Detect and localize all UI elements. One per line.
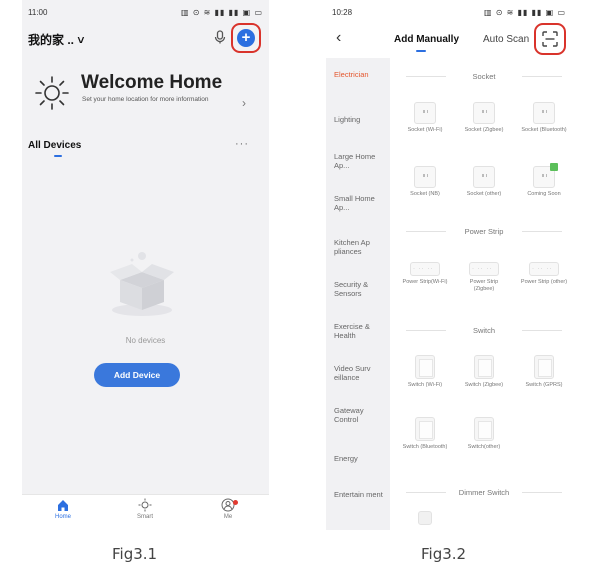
- badge-icon: [550, 163, 558, 171]
- device-label: Socket (Bluetooth): [521, 127, 567, 133]
- sidebar-item-security-sensors[interactable]: Security & Sensors: [334, 280, 388, 298]
- plus-circle-icon[interactable]: +: [237, 29, 255, 47]
- sidebar-item-entertainment[interactable]: Entertain ment: [334, 490, 388, 499]
- socket-icon: [414, 102, 436, 124]
- status-icons: ▥ ⊙ ≋ ▮▮ ▮▮ ▣ ▭: [180, 8, 263, 17]
- dimmer-icon: [418, 511, 432, 525]
- tab-add-manually[interactable]: Add Manually: [394, 34, 459, 45]
- tab-label-me: Me: [223, 514, 233, 520]
- status-icons: ▥ ⊙ ≋ ▮▮ ▮▮ ▣ ▭: [483, 8, 566, 17]
- chevron-right-icon[interactable]: ›: [242, 96, 246, 110]
- device-switch-bluetooth[interactable]: Switch (Bluetooth): [400, 417, 450, 451]
- sidebar-item-lighting[interactable]: Lighting: [334, 115, 388, 124]
- device-power-strip-other[interactable]: · ·· ·· Power Strip (other): [519, 258, 569, 286]
- welcome-subtitle[interactable]: Set your home location for more informat…: [82, 96, 222, 104]
- phone-screen-home: 11:00 ▥ ⊙ ≋ ▮▮ ▮▮ ▣ ▭ 我的家 .. ˅ + Welcome…: [22, 0, 269, 530]
- device-label: Switch (Bluetooth): [402, 444, 448, 450]
- socket-icon: [533, 163, 558, 188]
- section-header-socket: Socket: [396, 71, 572, 81]
- active-tab-indicator: [416, 50, 426, 52]
- sidebar-item-kitchen-appliances[interactable]: Kitchen Ap pliances: [334, 238, 388, 256]
- tab-smart[interactable]: Smart: [120, 498, 170, 520]
- figure-caption-2: Fig3.2: [421, 545, 467, 563]
- device-label: Switch (GPRS): [525, 382, 563, 388]
- device-switch-gprs[interactable]: Switch (GPRS): [519, 355, 569, 389]
- welcome-title: Welcome Home: [81, 72, 223, 93]
- switch-icon: [474, 355, 494, 379]
- device-label: Coming Soon: [527, 191, 561, 197]
- device-socket-other[interactable]: Socket (other): [459, 166, 509, 198]
- switch-icon: [474, 417, 494, 441]
- device-socket-wifi[interactable]: Socket (Wi-Fi): [400, 102, 450, 134]
- tab-label-smart: Smart: [136, 514, 153, 520]
- socket-icon: [473, 166, 495, 188]
- microphone-icon[interactable]: [212, 29, 228, 45]
- power-strip-icon: · ·· ··: [469, 262, 499, 276]
- device-label: Socket (other): [466, 191, 502, 197]
- switch-icon: [415, 417, 435, 441]
- sun-icon: [35, 76, 69, 110]
- socket-icon: [473, 102, 495, 124]
- home-selector[interactable]: 我的家 .. ˅: [28, 31, 84, 48]
- figure-caption-1: Fig3.1: [112, 545, 158, 563]
- device-label: Switch(other): [467, 444, 501, 450]
- device-switch-zigbee[interactable]: Switch (Zigbee): [459, 355, 509, 389]
- device-label: Socket (Zigbee): [464, 127, 504, 133]
- sidebar-item-electrician[interactable]: Electrician: [334, 70, 388, 79]
- bottom-tab-bar: Home Smart Me: [22, 494, 269, 530]
- tab-home[interactable]: Home: [38, 498, 88, 520]
- section-header-dimmer-switch: Dimmer Switch: [396, 487, 572, 497]
- device-switch-other[interactable]: Switch(other): [459, 417, 509, 451]
- more-icon[interactable]: ···: [235, 138, 249, 150]
- switch-icon: [415, 355, 435, 379]
- device-label: Socket (Wi-Fi): [407, 127, 443, 133]
- socket-icon: [533, 102, 555, 124]
- category-sidebar: Electrician Lighting Large Home Ap... Sm…: [326, 58, 390, 530]
- device-socket-zigbee[interactable]: Socket (Zigbee): [459, 102, 509, 134]
- sun-icon: [138, 498, 152, 512]
- socket-icon: [414, 166, 436, 188]
- device-label: Switch (Wi-Fi): [407, 382, 443, 388]
- tab-auto-scan[interactable]: Auto Scan: [483, 34, 529, 45]
- device-label: Power Strip (other): [520, 279, 568, 285]
- back-arrow-icon[interactable]: ‹: [336, 30, 341, 46]
- empty-box-icon: [110, 252, 174, 316]
- power-strip-icon: · ·· ··: [529, 262, 559, 276]
- device-label: Power Strip(Wi-Fi): [402, 279, 448, 285]
- switch-icon: [534, 355, 554, 379]
- sidebar-item-large-home-appliances[interactable]: Large Home Ap...: [334, 152, 388, 170]
- phone-screen-add-device: 10:28 ▥ ⊙ ≋ ▮▮ ▮▮ ▣ ▭ ‹ Add Manually Aut…: [326, 0, 572, 530]
- tab-me[interactable]: Me: [203, 498, 253, 520]
- home-icon: [58, 500, 68, 511]
- status-bar: 10:28 ▥ ⊙ ≋ ▮▮ ▮▮ ▣ ▭: [326, 8, 572, 20]
- status-bar: 11:00 ▥ ⊙ ≋ ▮▮ ▮▮ ▣ ▭: [22, 8, 269, 20]
- status-time: 11:00: [28, 8, 48, 17]
- section-header-power-strip: Power Strip: [396, 226, 572, 236]
- sidebar-item-energy[interactable]: Energy: [334, 454, 388, 463]
- sidebar-item-small-home-appliances[interactable]: Small Home Ap...: [334, 194, 388, 212]
- device-switch-wifi[interactable]: Switch (Wi-Fi): [400, 355, 450, 389]
- device-label: Socket (NB): [410, 191, 440, 197]
- active-tab-indicator: [54, 155, 62, 157]
- device-label: Switch (Zigbee): [464, 382, 504, 388]
- device-socket-nb[interactable]: Socket (NB): [400, 166, 450, 198]
- device-socket-bluetooth[interactable]: Socket (Bluetooth): [519, 102, 569, 134]
- device-power-strip-wifi[interactable]: · ·· ·· Power Strip(Wi-Fi): [400, 258, 450, 286]
- notification-dot: [233, 500, 238, 505]
- power-strip-icon: · ·· ··: [410, 262, 440, 276]
- scan-icon[interactable]: [542, 31, 558, 47]
- sidebar-item-gateway-control[interactable]: Gateway Control: [334, 406, 388, 424]
- add-device-button[interactable]: Add Device: [94, 363, 180, 387]
- device-power-strip-zigbee[interactable]: · ·· ·· Power Strip (Zigbee): [459, 258, 509, 293]
- status-time: 10:28: [332, 8, 353, 17]
- section-header-switch: Switch: [396, 325, 572, 335]
- tab-all-devices[interactable]: All Devices: [28, 140, 81, 151]
- sidebar-item-video-surveillance[interactable]: Video Surv eillance: [334, 364, 388, 382]
- device-label: Power Strip (Zigbee): [469, 279, 499, 292]
- tab-label-home: Home: [54, 514, 71, 520]
- no-devices-text: No devices: [125, 336, 166, 345]
- device-coming-soon[interactable]: Coming Soon: [519, 163, 569, 198]
- sidebar-item-exercise-health[interactable]: Exercise & Health: [334, 322, 388, 340]
- device-dimmer-switch[interactable]: [400, 505, 450, 525]
